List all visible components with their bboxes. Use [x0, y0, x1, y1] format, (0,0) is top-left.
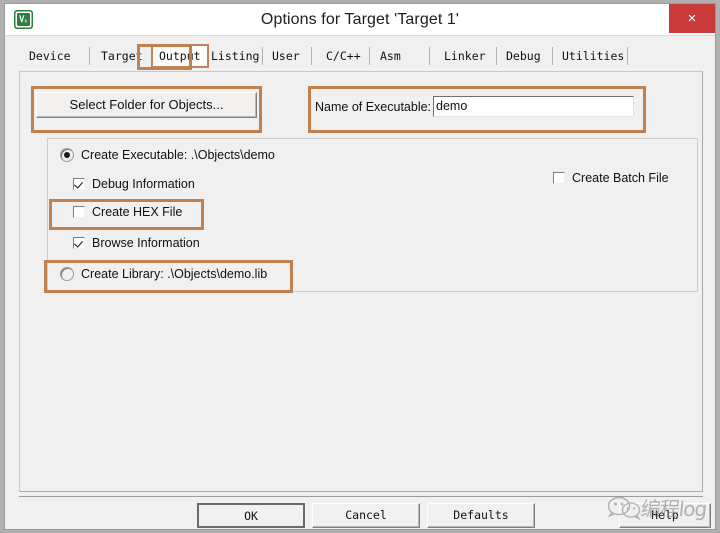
- tab-device[interactable]: Device: [23, 46, 77, 66]
- options-dialog: Options for Target 'Target 1' × Device T…: [4, 3, 716, 530]
- debug-information-checkbox-row[interactable]: Debug Information: [73, 177, 195, 191]
- tab-separator: [262, 47, 263, 65]
- create-hex-file-checkbox-row[interactable]: Create HEX File: [73, 205, 182, 219]
- radio-unselected-icon[interactable]: [60, 267, 74, 281]
- defaults-button[interactable]: Defaults: [427, 503, 535, 528]
- tab-user[interactable]: User: [266, 46, 306, 66]
- tab-utilities[interactable]: Utilities: [556, 46, 630, 66]
- tab-separator: [89, 47, 90, 65]
- tab-asm[interactable]: Asm: [374, 46, 407, 66]
- page-title: Options for Target 'Target 1': [260, 11, 460, 28]
- tab-strip: Device Target Output Listing User C/C++ …: [19, 44, 703, 70]
- tab-separator: [311, 47, 312, 65]
- create-hex-file-label: Create HEX File: [92, 205, 183, 219]
- tab-output[interactable]: Output: [151, 44, 209, 68]
- tab-separator: [552, 47, 553, 65]
- create-executable-label: Create Executable: .\Objects\demo: [81, 148, 275, 162]
- browse-information-checkbox-row[interactable]: Browse Information: [73, 236, 200, 250]
- checkbox-checked-icon[interactable]: [73, 237, 85, 249]
- create-library-label: Create Library: .\Objects\demo.lib: [81, 267, 268, 281]
- checkbox-unchecked-icon[interactable]: [553, 172, 565, 184]
- radio-selected-icon[interactable]: [60, 148, 74, 162]
- tab-linker[interactable]: Linker: [438, 46, 492, 66]
- help-button[interactable]: Help: [619, 503, 711, 528]
- create-batch-file-label: Create Batch File: [572, 171, 669, 185]
- footer-divider: [19, 496, 703, 497]
- tab-separator: [496, 47, 497, 65]
- tab-separator: [429, 47, 430, 65]
- screen-root: Options for Target 'Target 1' × Device T…: [0, 0, 720, 533]
- name-of-executable-label: Name of Executable:: [315, 100, 432, 114]
- title-bar: Options for Target 'Target 1' ×: [5, 4, 715, 36]
- debug-information-label: Debug Information: [92, 177, 195, 191]
- create-library-radio-row[interactable]: Create Library: .\Objects\demo.lib: [60, 267, 267, 281]
- tab-debug[interactable]: Debug: [500, 46, 547, 66]
- create-batch-file-checkbox-row[interactable]: Create Batch File: [553, 171, 669, 185]
- tab-separator: [369, 47, 370, 65]
- cancel-button[interactable]: Cancel: [312, 503, 420, 528]
- browse-information-label: Browse Information: [92, 236, 200, 250]
- tab-c-cpp[interactable]: C/C++: [320, 46, 367, 66]
- checkbox-unchecked-icon[interactable]: [73, 206, 85, 218]
- ok-button[interactable]: OK: [197, 503, 305, 528]
- create-executable-radio-row[interactable]: Create Executable: .\Objects\demo: [60, 148, 275, 162]
- name-of-executable-input[interactable]: demo: [433, 96, 634, 117]
- tab-target[interactable]: Target: [95, 46, 149, 66]
- checkbox-checked-icon[interactable]: [73, 178, 85, 190]
- select-folder-for-objects-button[interactable]: Select Folder for Objects...: [36, 92, 257, 118]
- tab-separator: [627, 47, 628, 65]
- tab-listing[interactable]: Listing: [205, 46, 265, 66]
- close-icon[interactable]: ×: [669, 4, 715, 33]
